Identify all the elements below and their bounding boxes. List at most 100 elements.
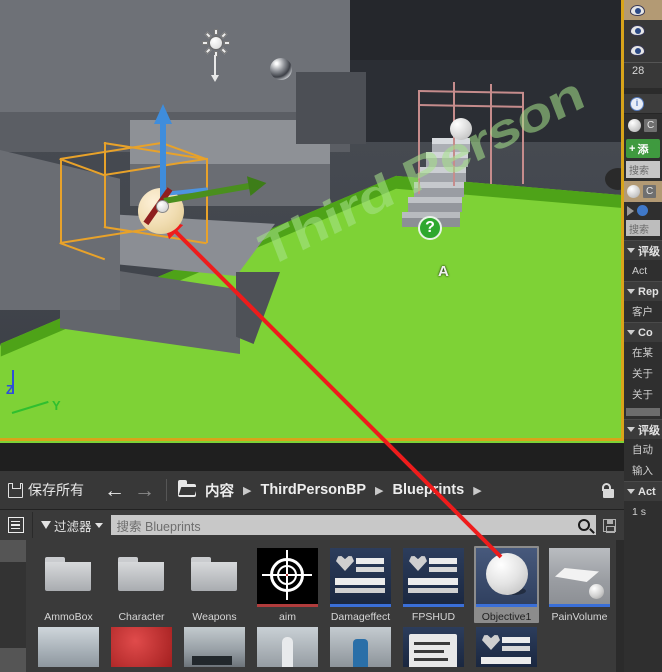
hud-thumbnail: [330, 548, 391, 607]
asset-cell[interactable]: Damageffect: [328, 546, 393, 623]
details-panel[interactable]: i C + 添 搜索 C 搜索 评级 Act Rep 客户 Co 在某 关于 关…: [624, 94, 662, 672]
unreal-editor-window: Third Person ? A Z Y 保存所有 ← → 内容 ▶ Third…: [0, 0, 662, 672]
property-row[interactable]: 自动: [624, 439, 662, 460]
gizmo-center-handle[interactable]: [156, 200, 169, 213]
search-icon[interactable]: [578, 519, 590, 531]
property-row[interactable]: 在某: [624, 342, 662, 363]
asset-thumbnail[interactable]: [549, 548, 610, 607]
chevron-down-icon: [627, 427, 635, 432]
asset-thumbnail[interactable]: [476, 548, 537, 607]
asset-cell[interactable]: aim: [255, 546, 320, 623]
save-all-button[interactable]: 保存所有: [8, 480, 84, 500]
breadcrumb-separator-1[interactable]: ▶: [243, 484, 251, 497]
breadcrumb-content[interactable]: 内容: [205, 480, 234, 501]
outliner-row[interactable]: [624, 20, 662, 40]
chevron-down-icon: [627, 289, 635, 294]
forward-button[interactable]: →: [134, 480, 155, 501]
component-tree-row[interactable]: [624, 202, 662, 216]
back-button[interactable]: ←: [104, 480, 125, 501]
search-input[interactable]: 搜索 Blueprints: [110, 515, 596, 535]
category-header-rating[interactable]: 评级: [624, 240, 662, 260]
details-search-input[interactable]: 搜索: [626, 220, 660, 236]
asset-cell[interactable]: AmmoBox: [36, 546, 101, 623]
add-component-button[interactable]: + 添: [626, 139, 660, 158]
breadcrumb-separator-3[interactable]: ▶: [473, 484, 481, 497]
chevron-down-icon: [94, 522, 103, 528]
save-icon: [8, 482, 23, 498]
asset-thumbnail[interactable]: [330, 627, 391, 667]
outliner-row[interactable]: [624, 40, 662, 60]
sources-panel-strip[interactable]: [0, 540, 26, 672]
question-marker-icon[interactable]: ?: [418, 216, 442, 240]
category-label: Co: [638, 326, 653, 339]
mannequin-thumbnail: [257, 627, 318, 667]
asset-thumbnail[interactable]: [403, 627, 464, 667]
asset-cell[interactable]: [109, 625, 174, 667]
category-header-rep[interactable]: Rep: [624, 281, 662, 301]
asset-thumbnail[interactable]: [184, 627, 245, 667]
property-row[interactable]: 关于: [624, 384, 662, 405]
breadcrumb-thirdpersonbp[interactable]: ThirdPersonBP: [260, 482, 366, 498]
asset-cell[interactable]: Objective1: [474, 546, 539, 623]
asset-thumbnail[interactable]: [38, 548, 99, 607]
property-row[interactable]: 关于: [624, 363, 662, 384]
details-panel-header[interactable]: i: [624, 94, 662, 114]
asset-thumbnail[interactable]: [184, 548, 245, 607]
component-search-input[interactable]: 搜索: [626, 161, 660, 178]
list-view-icon[interactable]: [8, 517, 24, 533]
asset-thumbnail[interactable]: [38, 627, 99, 667]
asset-cell[interactable]: [255, 625, 320, 667]
reflection-capture-icon[interactable]: [270, 58, 292, 80]
asset-cell[interactable]: [36, 625, 101, 667]
asset-thumbnail[interactable]: [257, 627, 318, 667]
asset-cell[interactable]: Character: [109, 546, 174, 623]
eye-icon[interactable]: [630, 24, 645, 36]
property-row[interactable]: Act: [624, 260, 662, 281]
category-header-actor[interactable]: Act: [624, 481, 662, 501]
breadcrumb-separator-2[interactable]: ▶: [375, 484, 383, 497]
light-direction-arrow: [211, 55, 219, 82]
outliner-row-selected[interactable]: [624, 0, 662, 20]
blueprint-dot-icon: [637, 205, 648, 216]
filters-button[interactable]: 过滤器: [41, 516, 103, 535]
asset-thumbnail[interactable]: [111, 548, 172, 607]
asset-thumbnail[interactable]: [257, 548, 318, 607]
sphere-thumbnail: [628, 118, 641, 132]
asset-thumbnail[interactable]: [476, 627, 537, 667]
filters-label: 过滤器: [54, 519, 92, 534]
asset-cell[interactable]: [328, 625, 393, 667]
lock-icon[interactable]: [601, 482, 616, 498]
asset-thumbnail[interactable]: [111, 627, 172, 667]
toolbar-divider: [166, 479, 167, 501]
save-search-icon[interactable]: [603, 518, 616, 533]
component-search-placeholder: 搜索: [629, 166, 649, 177]
property-row[interactable]: 1 s: [624, 501, 662, 522]
expand-triangle-icon[interactable]: [627, 205, 634, 216]
asset-cell[interactable]: [182, 625, 247, 667]
transform-gizmo[interactable]: [120, 104, 254, 240]
details-actor-row[interactable]: C: [624, 114, 662, 136]
asset-cell[interactable]: PainVolume: [547, 546, 612, 623]
asset-row-secondary: [26, 623, 616, 667]
asset-cell[interactable]: Weapons: [182, 546, 247, 623]
directional-light-icon[interactable]: [202, 29, 230, 57]
property-row[interactable]: 输入: [624, 460, 662, 481]
character-marker: A: [438, 263, 449, 280]
asset-cell[interactable]: [401, 625, 466, 667]
asset-thumbnail[interactable]: [330, 548, 391, 607]
asset-cell[interactable]: [474, 625, 539, 667]
world-outliner[interactable]: 28: [624, 0, 662, 88]
eye-icon[interactable]: [630, 4, 645, 16]
category-header-rating-2[interactable]: 评级: [624, 419, 662, 439]
breadcrumb-blueprints[interactable]: Blueprints: [392, 482, 464, 498]
info-search-icon[interactable]: i: [630, 96, 644, 111]
selected-component-row[interactable]: C: [624, 181, 662, 202]
eye-icon[interactable]: [630, 44, 645, 56]
category-header-co[interactable]: Co: [624, 322, 662, 342]
asset-grid[interactable]: AmmoBox Character Weapons aim Damageffect FPS…: [26, 540, 616, 672]
asset-cell[interactable]: FPSHUD: [401, 546, 466, 623]
asset-thumbnail[interactable]: [403, 548, 464, 607]
level-viewport[interactable]: Third Person ? A Z Y: [0, 0, 624, 443]
asset-label: Objective1: [481, 611, 532, 623]
property-row[interactable]: 客户: [624, 301, 662, 322]
